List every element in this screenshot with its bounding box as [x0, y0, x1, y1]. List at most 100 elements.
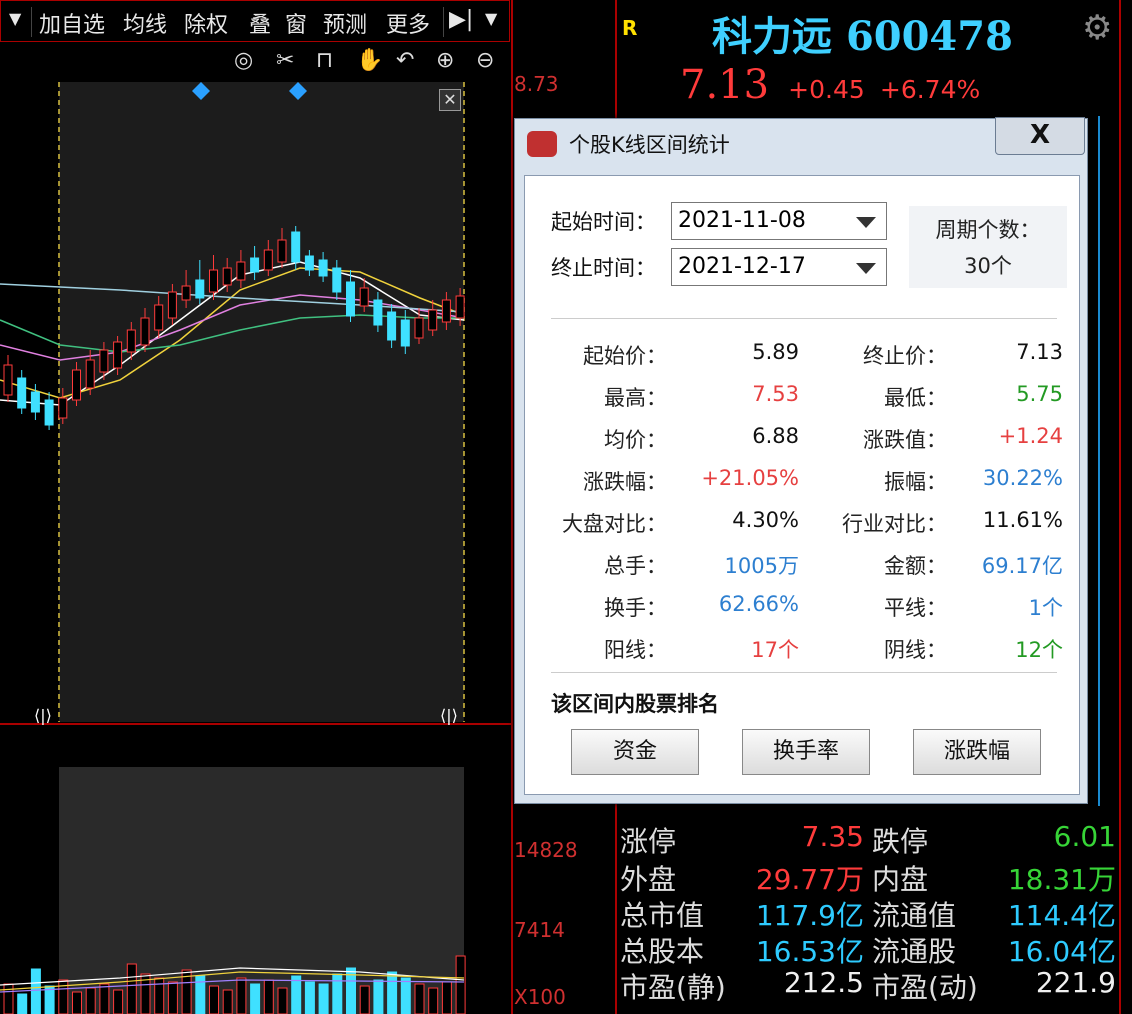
stat-value: 7.13	[1016, 340, 1063, 364]
volume-bar	[428, 987, 439, 1014]
period-count-value: 30个	[964, 254, 1012, 278]
zoom-in-icon[interactable]: ⊕	[436, 48, 454, 73]
volume-bar	[373, 979, 384, 1014]
volume-bar	[17, 993, 28, 1014]
rank-by-capital-button[interactable]: 资金	[571, 729, 699, 775]
eye-icon[interactable]: ◎	[234, 48, 253, 73]
candle-body	[209, 269, 218, 293]
selection-region	[59, 82, 464, 722]
stat-label: 起始价：	[583, 344, 667, 368]
toolbar-add-favorite[interactable]: 加自选	[39, 7, 105, 39]
candle-body	[346, 281, 355, 317]
gear-icon[interactable]: ⚙	[1082, 8, 1112, 48]
dialog-title: 个股K线区间统计	[569, 133, 730, 157]
period-count-label: 周期个数：	[935, 218, 1041, 242]
zoom-out-icon[interactable]: ⊖	[476, 48, 494, 73]
candle-body	[154, 304, 164, 331]
candle-body	[181, 285, 191, 301]
volume-bar	[222, 989, 233, 1014]
stat-label: 阳线：	[604, 638, 667, 662]
candle-body	[250, 257, 260, 273]
quote-label: 跌停	[872, 825, 929, 858]
volume-bar	[441, 981, 452, 1014]
end-date-select[interactable]: 2021-12-17	[671, 248, 887, 286]
undo-icon[interactable]: ↶	[396, 48, 414, 73]
toolbar-moving-average[interactable]: 均线	[123, 7, 167, 39]
volume-bar	[85, 987, 96, 1014]
skip-forward-icon[interactable]: ▶|	[449, 7, 473, 32]
volume-bar	[167, 981, 178, 1014]
volume-bar	[291, 975, 302, 1014]
volume-bar	[72, 991, 82, 1014]
chevron-down-icon[interactable]: ▼	[485, 9, 497, 28]
range-handle-left-icon[interactable]: ⟨|⟩	[34, 706, 52, 725]
chevron-down-icon[interactable]: ▼	[9, 9, 21, 28]
volume-bar	[126, 963, 137, 1014]
toolbar-forecast[interactable]: 预测	[323, 7, 367, 39]
candle-body	[58, 397, 68, 419]
range-handle-right-icon[interactable]: ⟨|⟩	[440, 706, 458, 725]
candle-body	[400, 319, 410, 347]
stat-value: 5.89	[752, 340, 799, 364]
stat-value: 30.22%	[982, 466, 1063, 490]
stat-value: 69.17亿	[981, 554, 1063, 578]
divider	[551, 318, 1057, 319]
stat-value: 11.61%	[982, 508, 1063, 532]
toolbar-window[interactable]: 窗	[285, 7, 307, 39]
period-count-box: 周期个数： 30个	[909, 206, 1067, 288]
stat-label: 金额：	[884, 554, 947, 578]
stock-code: 600478	[845, 13, 1013, 60]
stat-label: 涨跌幅：	[583, 470, 667, 494]
quote-value: 29.77万	[755, 863, 864, 896]
end-date-value: 2021-12-17	[678, 254, 806, 279]
volume-bar	[250, 983, 261, 1014]
candle-body	[441, 299, 451, 323]
start-date-select[interactable]: 2021-11-08	[671, 202, 887, 240]
toolbar-ex-rights[interactable]: 除权	[184, 7, 228, 39]
candle-body	[140, 317, 150, 346]
close-button[interactable]: X	[995, 117, 1085, 155]
lock-icon[interactable]: ⊓	[316, 48, 333, 73]
quote-label: 总股本	[620, 935, 705, 968]
quote-label: 内盘	[872, 863, 929, 896]
quote-label: 市盈(静)	[620, 971, 726, 1004]
volume-bar	[387, 971, 398, 1014]
hand-icon[interactable]: ✋	[356, 48, 383, 73]
volume-bar	[30, 968, 41, 1014]
price-axis-label: 8.73	[514, 72, 559, 96]
stat-label: 最高：	[604, 386, 667, 410]
side-panel-edge	[1098, 116, 1122, 806]
volume-bar	[236, 977, 247, 1014]
candle-body	[99, 349, 109, 373]
candle-body	[332, 267, 342, 293]
candle-body	[373, 299, 383, 326]
volume-bar	[318, 983, 329, 1014]
quote-value: 221.9	[1035, 966, 1116, 999]
quote-value: 16.04亿	[1007, 935, 1116, 968]
volume-bar	[304, 981, 315, 1014]
candle-body	[291, 231, 301, 263]
candle-body	[387, 311, 397, 341]
price-change: +0.45	[788, 75, 865, 104]
rank-by-turnover-button[interactable]: 换手率	[742, 729, 870, 775]
candle-body	[3, 364, 13, 396]
chart-toolbar: ▼ 加自选 均线 除权 叠 窗 预测 更多 ▶| ▼	[0, 0, 510, 42]
quote-label: 涨停	[620, 825, 677, 858]
toolbar-overlay[interactable]: 叠	[249, 7, 271, 39]
scissors-icon[interactable]: ✂	[276, 48, 294, 73]
close-selection-icon[interactable]: ✕	[439, 89, 461, 111]
toolbar-more[interactable]: 更多	[386, 7, 430, 39]
candle-body	[44, 399, 54, 426]
stock-name: 科力远	[712, 14, 832, 60]
stat-value: 6.88	[752, 424, 799, 448]
quote-value: 117.9亿	[755, 899, 864, 932]
price-line: 7.13 +0.45 +6.74%	[680, 62, 980, 108]
stat-value: +21.05%	[701, 466, 799, 490]
volume-selection-region	[59, 767, 464, 1014]
candle-body	[167, 291, 177, 319]
volume-bar	[3, 983, 14, 1014]
rank-by-change-button[interactable]: 涨跌幅	[913, 729, 1041, 775]
volume-bar	[277, 987, 288, 1014]
divider	[551, 672, 1057, 673]
stat-label: 行业对比：	[842, 512, 947, 536]
